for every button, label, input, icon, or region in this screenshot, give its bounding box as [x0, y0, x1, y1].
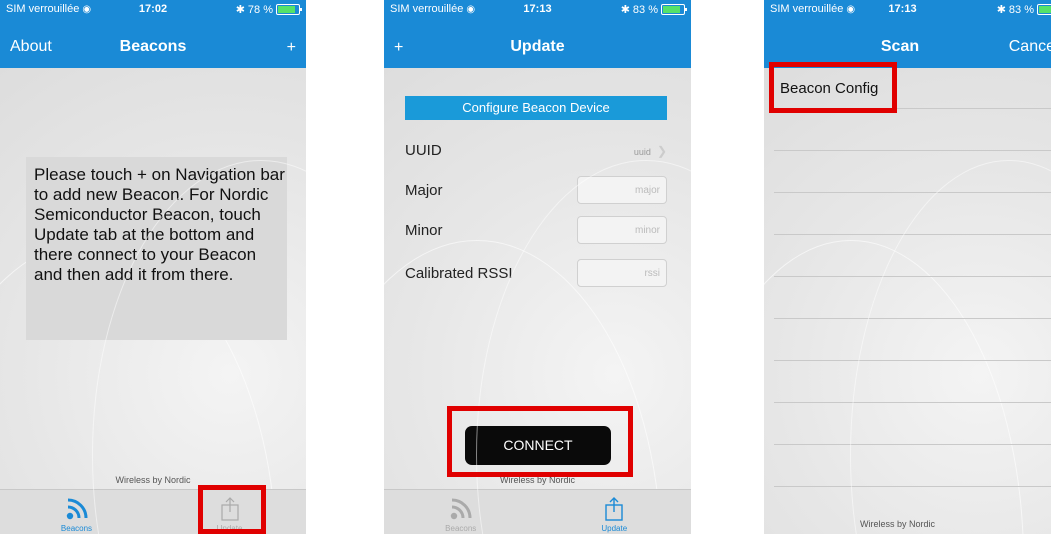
list-divider: [774, 360, 1051, 361]
battery-status: ✱ 83 %: [997, 3, 1051, 16]
navigation-bar: SIM verrouillée ◉ 17:13 ✱ 83 % Scan Cance: [764, 0, 1051, 68]
list-divider: [774, 192, 1051, 193]
footer-brand: Wireless by Nordic: [115, 475, 191, 485]
battery-icon: [276, 4, 302, 15]
tab-label: Beacons: [445, 524, 477, 533]
highlight-beacon-config: [769, 62, 897, 113]
nav-content: About Beacons +: [0, 34, 306, 62]
battery-icon: [661, 4, 687, 15]
status-bar: SIM verrouillée ◉ 17:13 ✱ 83 %: [384, 3, 691, 17]
status-bar: SIM verrouillée ◉ 17:13 ✱ 83 %: [764, 3, 1051, 17]
tab-bar: Beacons Update: [384, 489, 691, 534]
nav-content: Scan Cance: [764, 34, 1051, 62]
list-divider: [774, 402, 1051, 403]
tab-label: Update: [601, 524, 628, 533]
tab-update[interactable]: Update: [538, 490, 692, 534]
rssi-row: Calibrated RSSI rssi: [405, 257, 667, 289]
status-bar: SIM verrouillée ◉ 17:02 ✱ 78 %: [0, 3, 306, 17]
bluetooth-icon: ✱: [620, 4, 630, 16]
tab-label: Beacons: [60, 524, 93, 533]
uuid-label: UUID: [405, 142, 442, 159]
major-row: Major major: [405, 174, 667, 206]
highlight-update-tab: [198, 485, 266, 534]
rssi-field[interactable]: rssi: [577, 259, 667, 287]
minor-field[interactable]: minor: [577, 216, 667, 244]
nav-title: Beacons: [119, 38, 187, 55]
bluetooth-icon: ✱: [235, 4, 245, 16]
uuid-value: uuid ❯: [633, 144, 667, 158]
plus-icon[interactable]: +: [287, 38, 296, 58]
rss-icon: [384, 496, 538, 522]
minor-label: Minor: [405, 222, 443, 239]
list-divider: [774, 234, 1051, 235]
chevron-right-icon: ❯: [656, 144, 667, 158]
navigation-bar: SIM verrouillée ◉ 17:02 ✱ 78 % About Beac…: [0, 0, 306, 68]
rss-icon: [0, 496, 153, 522]
nav-content: + Update: [384, 34, 691, 62]
scan-screen: SIM verrouillée ◉ 17:13 ✱ 83 % Scan Cance…: [764, 0, 1051, 534]
configure-header: Configure Beacon Device: [405, 96, 667, 120]
rssi-label: Calibrated RSSI: [405, 265, 513, 282]
uuid-row[interactable]: UUID uuid ❯: [405, 134, 667, 166]
major-field[interactable]: major: [577, 176, 667, 204]
minor-row: Minor minor: [405, 214, 667, 246]
bluetooth-icon: ✱: [996, 4, 1006, 16]
list-divider: [774, 276, 1051, 277]
major-label: Major: [405, 182, 443, 199]
nav-title: Update: [510, 38, 565, 55]
navigation-bar: SIM verrouillée ◉ 17:13 ✱ 83 % + Update: [384, 0, 691, 68]
battery-icon: [1037, 4, 1051, 15]
list-divider: [774, 486, 1051, 487]
tab-beacons[interactable]: Beacons: [0, 490, 153, 534]
battery-status: ✱ 83 %: [620, 3, 687, 16]
share-icon: [538, 496, 692, 522]
battery-status: ✱ 78 %: [235, 3, 302, 16]
update-screen: SIM verrouillée ◉ 17:13 ✱ 83 % + Update C…: [384, 0, 691, 534]
list-divider: [774, 150, 1051, 151]
beacons-screen: SIM verrouillée ◉ 17:02 ✱ 78 % About Beac…: [0, 0, 306, 534]
list-divider: [774, 444, 1051, 445]
instructions-message: Please touch + on Navigation bar to add …: [26, 157, 287, 340]
tab-beacons[interactable]: Beacons: [384, 490, 538, 534]
highlight-connect-button: [447, 406, 633, 477]
cancel-button[interactable]: Cance: [1009, 38, 1051, 56]
footer-brand: Wireless by Nordic: [859, 519, 935, 529]
list-divider: [774, 318, 1051, 319]
